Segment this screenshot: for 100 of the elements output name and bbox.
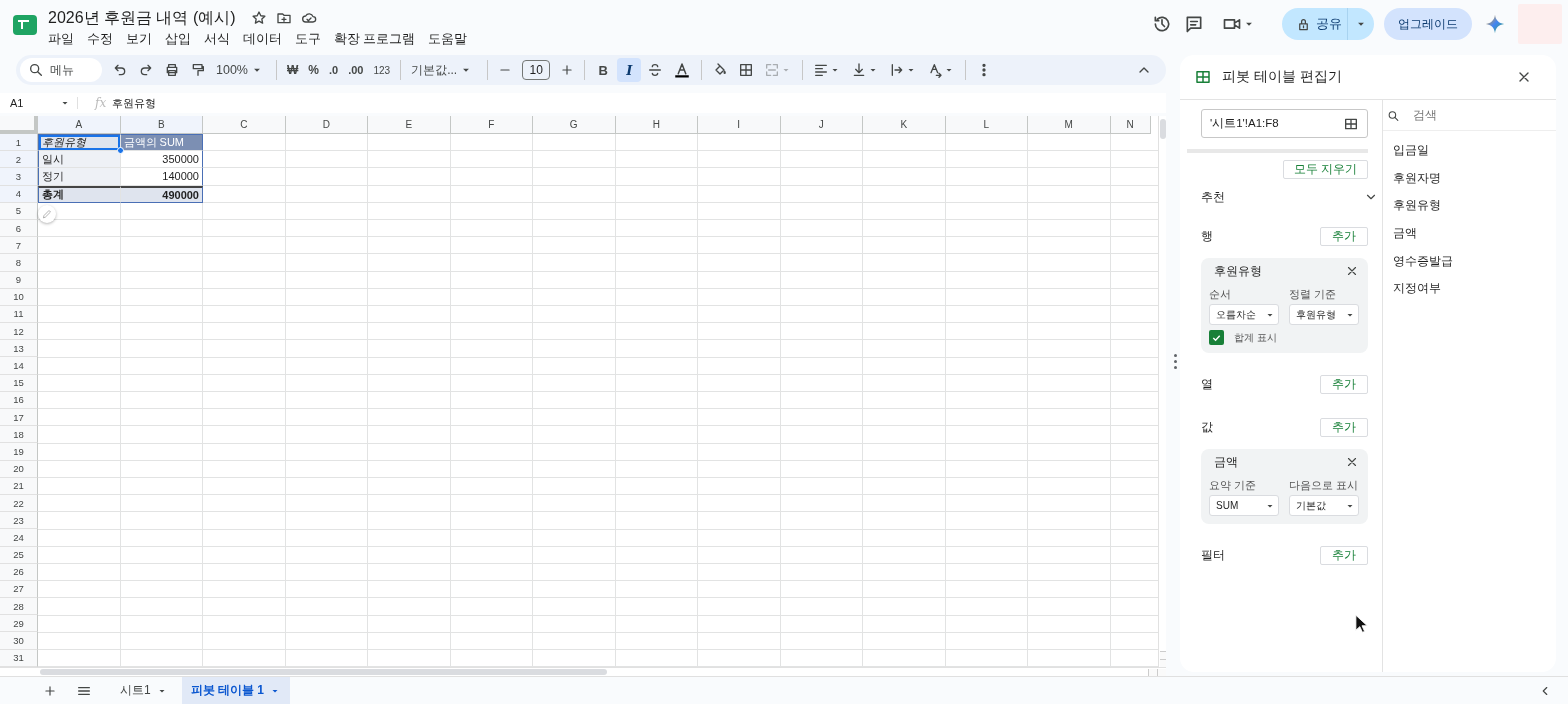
decrease-decimal-button[interactable]: .0	[329, 64, 339, 76]
menu-item[interactable]: 보기	[126, 31, 152, 48]
section-label: 열	[1201, 376, 1213, 393]
zoom-dropdown[interactable]: 100%	[216, 63, 266, 77]
add-button[interactable]: 추가	[1320, 418, 1368, 437]
increase-decimal-button[interactable]: .00	[348, 64, 364, 76]
paint-format-icon[interactable]	[190, 62, 206, 78]
column-header[interactable]: M	[1028, 116, 1111, 134]
name-box[interactable]: A1	[0, 97, 78, 109]
column-header[interactable]: N	[1110, 116, 1151, 134]
row-number[interactable]: 30	[0, 632, 38, 650]
menu-item[interactable]: 수정	[87, 31, 113, 48]
menu-item[interactable]: 파일	[48, 31, 74, 48]
row-number[interactable]: 7	[0, 237, 38, 255]
redo-icon[interactable]	[138, 62, 154, 78]
row-number[interactable]: 29	[0, 615, 38, 633]
row-number[interactable]: 17	[0, 409, 38, 427]
text-rotation-icon[interactable]	[927, 62, 944, 78]
strikethrough-icon[interactable]	[647, 62, 664, 78]
dropdown[interactable]: 오름차순	[1209, 304, 1279, 325]
column-header[interactable]: E	[368, 116, 451, 134]
formula-field[interactable]: 후원유형	[112, 95, 157, 111]
row-number[interactable]: 28	[0, 598, 38, 616]
borders-icon[interactable]	[738, 62, 755, 78]
column-header[interactable]: K	[863, 116, 946, 134]
menu-item[interactable]: 도움말	[428, 31, 468, 48]
italic-button[interactable]: I	[617, 58, 642, 82]
folder-icon[interactable]	[275, 10, 292, 26]
column-header[interactable]: C	[203, 116, 286, 134]
add-button[interactable]: 추가	[1320, 546, 1368, 565]
column-header[interactable]: I	[698, 116, 781, 134]
column-header[interactable]: D	[285, 116, 368, 134]
panel-title: 피봇 테이블 편집기	[1222, 68, 1342, 86]
range-field[interactable]: '시트1'!A1:F8	[1201, 109, 1368, 138]
number-format-button[interactable]: 123	[373, 64, 391, 76]
horizontal-align-icon[interactable]	[813, 62, 830, 78]
checkbox[interactable]	[1209, 330, 1224, 345]
add-button[interactable]: 추가	[1320, 375, 1368, 394]
column-header[interactable]: H	[615, 116, 698, 134]
cloud-icon[interactable]	[300, 10, 317, 26]
document-title[interactable]: 2026년 후원금 내역 (예시)	[48, 7, 236, 29]
remove-icon[interactable]	[1345, 264, 1359, 278]
currency-format-button[interactable]: ₩	[287, 63, 299, 77]
print-icon[interactable]	[164, 62, 180, 78]
remove-icon[interactable]	[1345, 455, 1359, 469]
menu-item[interactable]: 도구	[295, 31, 321, 48]
sheet-tab[interactable]: 시트1	[111, 676, 177, 704]
column-header[interactable]: J	[780, 116, 863, 134]
row-number[interactable]: 14	[0, 357, 38, 375]
menu-item[interactable]: 삽입	[165, 31, 191, 48]
undo-icon[interactable]	[112, 62, 128, 78]
row-number[interactable]: 13	[0, 340, 38, 358]
field-item[interactable]: 영수증발급	[1393, 247, 1546, 275]
dropdown[interactable]: 기본값	[1289, 495, 1359, 516]
menu-item[interactable]: 서식	[204, 31, 230, 48]
column-header[interactable]: B	[120, 116, 203, 134]
bold-button[interactable]: B	[591, 58, 616, 82]
field-item[interactable]: 금액	[1393, 219, 1546, 248]
field-item[interactable]: 지정여부	[1393, 274, 1546, 303]
field-item[interactable]: 입금일	[1393, 137, 1546, 165]
row-number[interactable]: 12	[0, 323, 38, 341]
percent-format-button[interactable]: %	[308, 63, 319, 77]
dropdown[interactable]: 후원유형	[1289, 304, 1359, 325]
menu-search-field[interactable]: 메뉴	[20, 58, 102, 82]
column-header[interactable]: F	[450, 116, 533, 134]
menu-item[interactable]: 확장 프로그램	[334, 31, 416, 48]
row-number[interactable]: 24	[0, 529, 38, 547]
font-size-field[interactable]: 10	[522, 60, 551, 80]
font-dropdown[interactable]: 기본값...	[411, 61, 478, 79]
sheet-tab[interactable]: 피봇 테이블 1	[181, 676, 291, 704]
row-number[interactable]: 18	[0, 426, 38, 444]
star-icon[interactable]	[250, 10, 267, 26]
row-number[interactable]: 3	[0, 168, 38, 186]
history-icon[interactable]	[1152, 14, 1172, 34]
comment-icon[interactable]	[1184, 14, 1204, 34]
upgrade-button[interactable]: 업그레이드	[1384, 8, 1472, 40]
app-logo-icon[interactable]	[12, 12, 38, 38]
add-sheet-icon[interactable]	[43, 683, 57, 698]
table-cell: 350000	[120, 151, 203, 169]
column-header[interactable]: G	[533, 116, 616, 134]
row-number[interactable]: 23	[0, 512, 38, 530]
share-button[interactable]: 공유	[1282, 8, 1374, 40]
scrollbar[interactable]	[1159, 119, 1166, 139]
column-header[interactable]: A	[38, 116, 121, 134]
row-number[interactable]: 2	[0, 151, 38, 169]
menu-item[interactable]: 데이터	[243, 31, 282, 48]
row-number[interactable]: 1	[0, 134, 38, 152]
row-number[interactable]: 8	[0, 254, 38, 272]
increase-font-size-icon[interactable]	[560, 63, 575, 77]
add-button[interactable]: 추가	[1320, 227, 1368, 246]
dropdown[interactable]: SUM	[1209, 495, 1279, 516]
column-header[interactable]: L	[945, 116, 1028, 134]
resize-handle-icon[interactable]	[1174, 354, 1178, 369]
row-number[interactable]: 19	[0, 443, 38, 461]
text-color-icon[interactable]	[673, 61, 692, 79]
field-item[interactable]: 후원자명	[1393, 164, 1546, 193]
scrollbar[interactable]	[40, 669, 607, 675]
field-item[interactable]: 후원유형	[1393, 192, 1546, 220]
table-icon	[1194, 68, 1212, 86]
clear-all-button[interactable]: 모두 지우기	[1282, 160, 1368, 179]
